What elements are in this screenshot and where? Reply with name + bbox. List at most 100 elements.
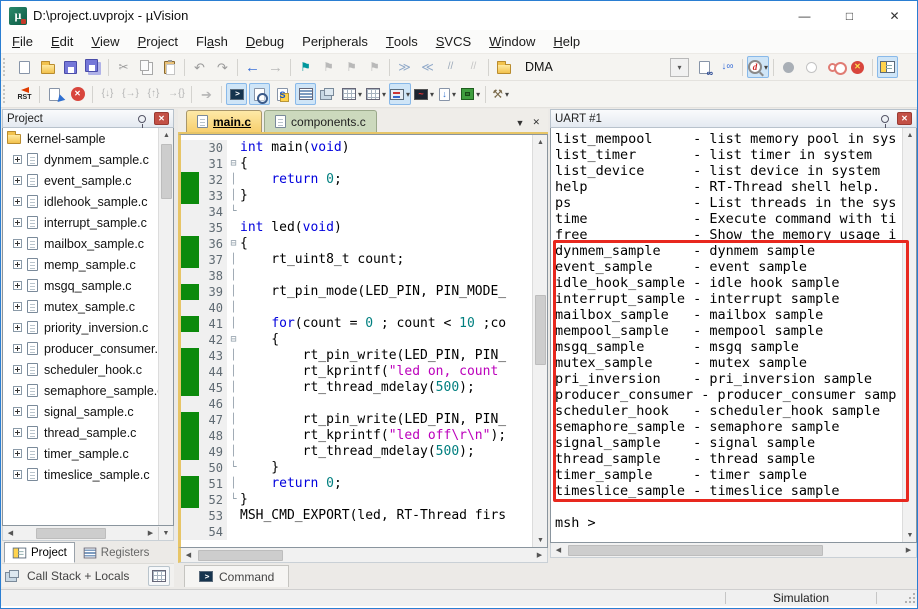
uncomment-button[interactable]: // (463, 56, 484, 78)
tree-item[interactable]: idlehook_sample.c (3, 191, 173, 212)
command-window-button[interactable] (226, 83, 247, 105)
project-window-toggle-button[interactable] (877, 56, 899, 78)
menu-flash[interactable]: Fl a sh (187, 30, 237, 53)
find-in-files-button[interactable] (694, 56, 715, 78)
paste-button[interactable] (159, 56, 180, 78)
tree-item[interactable]: event_sample.c (3, 170, 173, 191)
tree-item[interactable]: mailbox_sample.c (3, 233, 173, 254)
tree-item[interactable]: mutex_sample.c (3, 296, 173, 317)
tree-item[interactable]: producer_consumer.c (3, 338, 173, 359)
reset-button[interactable]: RST (14, 83, 35, 105)
serial-window-button[interactable] (389, 83, 412, 105)
next-bookmark-button[interactable]: ⚑ (341, 56, 362, 78)
project-hscrollbar[interactable]: ◀ ▶ ▼ (2, 526, 174, 541)
save-button[interactable] (60, 56, 81, 78)
insert-bookmark-button[interactable]: ⚑ (295, 56, 316, 78)
step-button[interactable]: {↓} (97, 83, 118, 105)
cut-button[interactable]: ✂ (113, 56, 134, 78)
tree-item[interactable]: timeslice_sample.c (3, 464, 173, 485)
disassembly-window-button[interactable] (249, 83, 270, 105)
scroll-left-icon[interactable]: ◀ (551, 544, 566, 557)
expand-icon[interactable] (13, 239, 22, 248)
disable-all-breakpoints-button[interactable] (824, 56, 847, 78)
tab-main-c[interactable]: main.c (186, 110, 263, 132)
new-file-button[interactable] (14, 56, 35, 78)
system-viewer-button[interactable] (460, 83, 481, 105)
save-all-button[interactable] (83, 56, 104, 78)
run-to-cursor-button[interactable]: →{} (166, 83, 187, 105)
outdent-button[interactable]: ≪ (417, 56, 438, 78)
indent-button[interactable]: ≫ (394, 56, 415, 78)
clear-bookmarks-button[interactable]: ⚑ (364, 56, 385, 78)
code-area[interactable]: 30 int main(void) 31 ⊟{32 │ return 0; 33 │} 34 └… (181, 135, 532, 547)
tree-item[interactable]: thread_sample.c (3, 422, 173, 443)
menu-file[interactable]: File (3, 30, 42, 53)
expand-icon[interactable] (13, 428, 22, 437)
incremental-find-button[interactable]: ↓∞ (717, 56, 738, 78)
menu-edit[interactable]: Edit (42, 30, 82, 53)
scroll-right-icon[interactable]: ▶ (901, 544, 916, 557)
step-out-button[interactable]: {↑} (143, 83, 164, 105)
pin-icon[interactable] (881, 114, 889, 128)
window-list-icon[interactable]: ▼ (516, 118, 525, 128)
scroll-up-icon[interactable]: ▲ (533, 135, 547, 149)
find-button[interactable] (747, 56, 770, 78)
uart-vscrollbar[interactable]: ▲ ▼ (902, 128, 916, 542)
stop-button[interactable] (67, 83, 88, 105)
memory-window-button[interactable] (365, 83, 387, 105)
call-stack-window-button[interactable] (318, 83, 339, 105)
expand-icon[interactable] (13, 323, 22, 332)
menu-tools[interactable]: Tools (377, 30, 427, 53)
close-button[interactable]: ✕ (872, 1, 917, 30)
kill-all-breakpoints-button[interactable] (847, 56, 868, 78)
expand-icon[interactable] (13, 155, 22, 164)
scroll-up-icon[interactable]: ▲ (903, 128, 916, 142)
expand-icon[interactable] (13, 218, 22, 227)
close-panel-icon[interactable] (154, 112, 169, 125)
scroll-down-icon[interactable]: ▼ (903, 528, 916, 542)
trace-window-button[interactable] (437, 83, 458, 105)
scroll-up-icon[interactable]: ▲ (159, 128, 173, 142)
callstack-bar[interactable]: Call Stack + Locals (2, 563, 174, 587)
registers-window-button[interactable] (295, 83, 316, 105)
editor-body[interactable]: 30 int main(void) 31 ⊟{32 │ return 0; 33 │} 34 └… (178, 134, 548, 548)
project-vscrollbar[interactable]: ▲ (158, 128, 173, 525)
watch-window-button[interactable] (341, 83, 363, 105)
scroll-left-icon[interactable]: ◀ (3, 527, 18, 540)
scroll-left-icon[interactable]: ◀ (181, 549, 196, 562)
scroll-right-icon[interactable]: ▶ (532, 549, 547, 562)
fold-marker[interactable]: ⊟ (227, 332, 240, 348)
run-button[interactable] (44, 83, 65, 105)
menu-debug[interactable]: Debug (237, 30, 293, 53)
chevron-down-icon[interactable] (670, 57, 689, 77)
scroll-down-icon[interactable]: ▼ (158, 526, 173, 540)
tree-root[interactable]: kernel-sample (3, 128, 173, 149)
editor-vscrollbar[interactable]: ▲ ▼ (532, 135, 547, 547)
uart-hscrollbar[interactable]: ◀ ▶ (550, 543, 917, 558)
step-over-button[interactable]: {→} (120, 83, 141, 105)
minimize-button[interactable]: — (782, 1, 827, 30)
scroll-right-icon[interactable]: ▶ (143, 527, 158, 540)
menu-peripherals[interactable]: Per i pherals (293, 30, 377, 53)
comment-button[interactable]: // (440, 56, 461, 78)
expand-icon[interactable] (13, 344, 22, 353)
configure-target-button[interactable] (493, 56, 514, 78)
tree-item[interactable]: memp_sample.c (3, 254, 173, 275)
menu-help[interactable]: Help (544, 30, 589, 53)
tree-item[interactable]: priority_inversion.c (3, 317, 173, 338)
scroll-down-icon[interactable]: ▼ (533, 533, 547, 547)
menu-project[interactable]: Project (129, 30, 187, 53)
memory-window-button-small[interactable] (148, 565, 170, 586)
symbols-window-button[interactable] (272, 83, 293, 105)
pin-icon[interactable] (138, 114, 146, 128)
expand-icon[interactable] (13, 365, 22, 374)
tree-item[interactable]: timer_sample.c (3, 443, 173, 464)
open-file-button[interactable] (37, 56, 58, 78)
tree-item[interactable]: dynmem_sample.c (3, 149, 173, 170)
expand-icon[interactable] (13, 407, 22, 416)
menu-window[interactable]: Window (480, 30, 544, 53)
navigate-forward-button[interactable]: → (265, 56, 286, 78)
menu-view[interactable]: View (82, 30, 128, 53)
tab-components-c[interactable]: components.c (264, 110, 377, 132)
editor-hscrollbar[interactable]: ◀ ▶ (178, 548, 548, 563)
